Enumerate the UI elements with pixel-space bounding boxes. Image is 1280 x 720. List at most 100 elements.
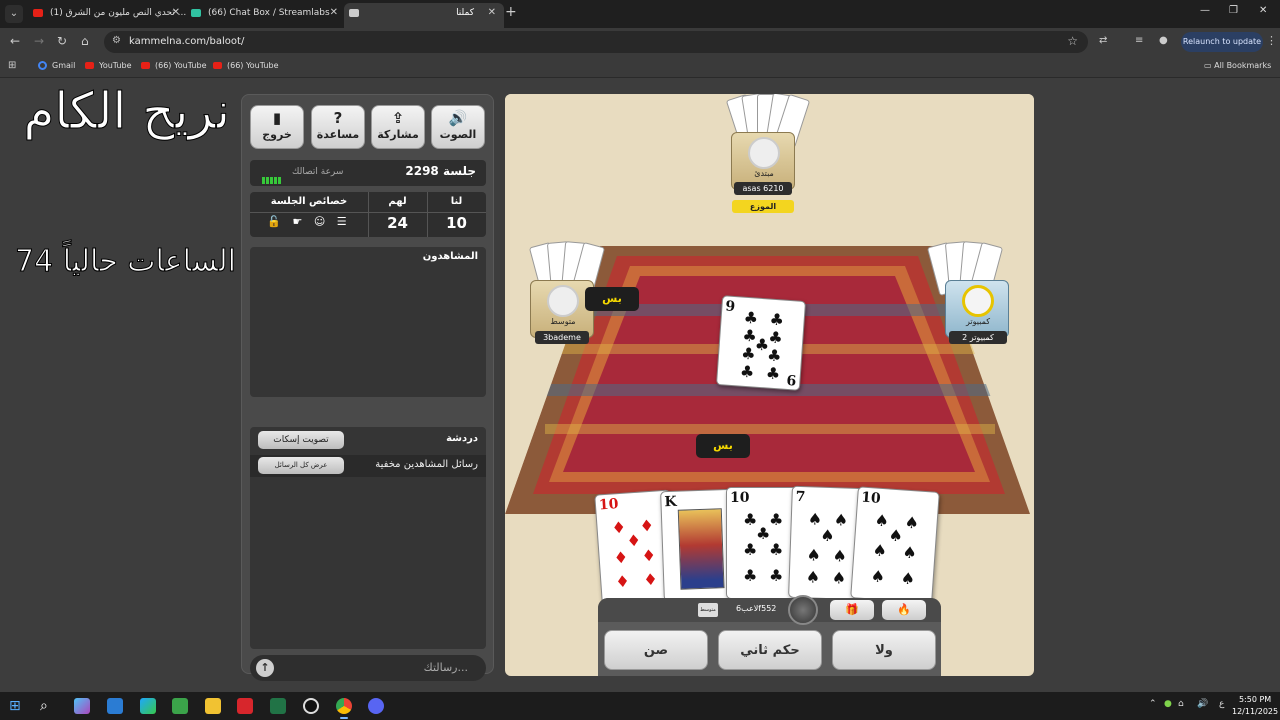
restore-button[interactable]: ❐ bbox=[1229, 5, 1238, 16]
sun-button[interactable]: صن bbox=[604, 630, 708, 670]
spade-icon: ♠ bbox=[888, 525, 904, 546]
search-icon[interactable]: ⌕ bbox=[40, 698, 56, 714]
obs-icon[interactable] bbox=[303, 698, 319, 714]
page-content: نريح الكام عدد الساعات حالياً 74 🔊 الصوت… bbox=[0, 79, 1280, 691]
wala-button[interactable]: ولا bbox=[832, 630, 936, 670]
watchers-title: المشاهدون bbox=[422, 251, 478, 262]
new-tab-button[interactable]: + bbox=[505, 4, 517, 20]
club-icon: ♣ bbox=[769, 510, 784, 529]
site-info-icon[interactable]: ⚙ bbox=[112, 35, 121, 46]
profile-icon[interactable]: ● bbox=[1159, 35, 1168, 46]
volume-icon[interactable]: 🔊 bbox=[1197, 699, 1208, 709]
spade-icon: ♠ bbox=[900, 568, 916, 589]
tab-streamlabs[interactable]: (66) Chat Box / Streamlabs ✕ bbox=[186, 3, 346, 28]
home-icon[interactable]: ⌂ bbox=[81, 34, 89, 48]
bookmark-star-icon[interactable]: ☆ bbox=[1067, 34, 1078, 48]
windows-start-icon[interactable]: ⊞ bbox=[9, 698, 25, 714]
second-hokum-button[interactable]: حكم ثاني bbox=[718, 630, 822, 670]
card-rank: 10 bbox=[860, 489, 882, 507]
club-icon: ♣ bbox=[765, 363, 781, 384]
language-indicator[interactable]: ع bbox=[1219, 699, 1224, 709]
self-bid: بس bbox=[696, 434, 750, 458]
bookmark-youtube-66[interactable]: (66) YouTube bbox=[141, 61, 207, 70]
spade-icon: ♠ bbox=[819, 525, 835, 546]
forward-icon[interactable]: → bbox=[34, 34, 44, 48]
tab-youtube-1[interactable]: (1) تحدي النص مليون من الشرق ... ✕ bbox=[28, 3, 188, 28]
bookmark-youtube-66b[interactable]: (66) YouTube bbox=[213, 61, 279, 70]
score-table: لنا 10 لهم 24 خصائص الجلسة 🔓 ☛ ☺ ☰ bbox=[250, 192, 486, 237]
wps-icon[interactable] bbox=[237, 698, 253, 714]
translate-icon[interactable]: ⇄ bbox=[1099, 35, 1107, 46]
close-icon[interactable]: ✕ bbox=[488, 3, 496, 23]
youtube-icon bbox=[213, 62, 222, 69]
folder-icon[interactable] bbox=[205, 698, 221, 714]
url-input[interactable]: ⚙ kammelna.com/baloot/ ☆ bbox=[104, 31, 1088, 53]
left-player-name: 3bademe bbox=[535, 331, 589, 344]
close-icon[interactable]: ✕ bbox=[172, 3, 180, 23]
copilot-icon[interactable] bbox=[74, 698, 90, 714]
club-icon: ♣ bbox=[740, 343, 757, 364]
gift-button[interactable]: 🎁 bbox=[830, 600, 874, 620]
hidden-messages-label: رسائل المشاهدين مخفية bbox=[375, 459, 478, 470]
help-button[interactable]: ? مساعدة bbox=[311, 105, 365, 149]
show-all-messages-button[interactable]: عرض كل الرسائل bbox=[258, 457, 344, 474]
back-icon[interactable]: ← bbox=[10, 34, 20, 48]
club-icon: ♣ bbox=[767, 327, 784, 348]
network-icon[interactable]: ⌂ bbox=[1178, 699, 1184, 709]
action-bar: متوسط لاعب6f552 🎁 🔥 صن حكم ثاني ولا bbox=[598, 595, 941, 676]
send-arrow-icon[interactable]: ↑ bbox=[256, 659, 274, 677]
message-input[interactable]: رسالتك... ↑ bbox=[250, 655, 486, 681]
club-icon: ♣ bbox=[743, 540, 758, 559]
spade-icon: ♠ bbox=[806, 545, 822, 565]
avatar[interactable] bbox=[788, 595, 818, 625]
discord-icon[interactable] bbox=[368, 698, 384, 714]
reading-list-icon[interactable]: ≡ bbox=[1135, 35, 1143, 46]
youtube-icon bbox=[85, 62, 94, 69]
player-level: مبتدئ bbox=[754, 169, 774, 178]
all-bookmarks[interactable]: ▭ All Bookmarks bbox=[1204, 61, 1271, 70]
dealer-badge: الموزع bbox=[732, 200, 794, 213]
fire-button[interactable]: 🔥 bbox=[882, 600, 926, 620]
edge-icon[interactable] bbox=[140, 698, 156, 714]
tab-search-button[interactable]: ⌄ bbox=[5, 5, 23, 23]
spade-icon: ♠ bbox=[832, 546, 848, 566]
store-icon[interactable] bbox=[172, 698, 188, 714]
hand-card[interactable]: 10 ♠ ♠ ♠ ♠ ♠ ♠ ♠ bbox=[850, 486, 940, 604]
session-props-label: خصائص الجلسة bbox=[270, 196, 348, 207]
reload-icon[interactable]: ↻ bbox=[57, 34, 67, 48]
menu-icon[interactable]: ⋮ bbox=[1266, 34, 1277, 47]
close-icon[interactable]: ✕ bbox=[330, 3, 338, 23]
self-name: لاعب6f552 bbox=[736, 604, 777, 613]
relaunch-button[interactable]: Relaunch to update bbox=[1181, 32, 1263, 52]
spade-icon: ♠ bbox=[831, 568, 847, 588]
clock[interactable]: 5:50 PM 12/11/2025 bbox=[1232, 694, 1278, 718]
excel-icon[interactable] bbox=[270, 698, 286, 714]
sound-button[interactable]: 🔊 الصوت bbox=[431, 105, 485, 149]
club-icon: ♣ bbox=[769, 566, 784, 585]
diamond-icon: ♦ bbox=[613, 547, 629, 568]
bookmark-gmail[interactable]: Gmail bbox=[38, 61, 75, 70]
vote-mute-button[interactable]: تصويت إسكات bbox=[258, 431, 344, 449]
chrome-icon[interactable] bbox=[336, 698, 352, 714]
card-rank: 10 bbox=[730, 490, 750, 506]
apps-icon[interactable]: ⊞ bbox=[8, 60, 16, 71]
club-icon: ♣ bbox=[769, 309, 785, 330]
outlook-icon[interactable] bbox=[107, 698, 123, 714]
them-score: 24 bbox=[387, 214, 408, 232]
tab-kammelna[interactable]: كملنا ✕ bbox=[344, 3, 504, 28]
tray-app-icon[interactable]: ● bbox=[1164, 699, 1172, 709]
card-rank: 9 bbox=[724, 298, 736, 316]
share-button[interactable]: ⇪ مشاركة bbox=[371, 105, 425, 149]
king-face-icon bbox=[677, 508, 725, 590]
exit-button[interactable]: ▮ خروج bbox=[250, 105, 304, 149]
tray-chevron-icon[interactable]: ⌃ bbox=[1149, 699, 1157, 709]
address-bar: ← → ↻ ⌂ ⚙ kammelna.com/baloot/ ☆ ⇄ ≡ ● R… bbox=[0, 28, 1280, 56]
right-player-avatar[interactable]: كمبيوتر bbox=[945, 280, 1009, 338]
left-player-avatar[interactable]: متوسط bbox=[530, 280, 594, 338]
minimize-button[interactable]: — bbox=[1200, 5, 1210, 16]
session-row: سرعة اتصالك جلسة 2298 bbox=[250, 160, 486, 186]
close-window-button[interactable]: ✕ bbox=[1259, 5, 1267, 16]
diamond-icon: ♦ bbox=[642, 569, 659, 590]
bookmark-youtube[interactable]: YouTube bbox=[85, 61, 132, 70]
chat-title: دردشة bbox=[446, 433, 478, 444]
